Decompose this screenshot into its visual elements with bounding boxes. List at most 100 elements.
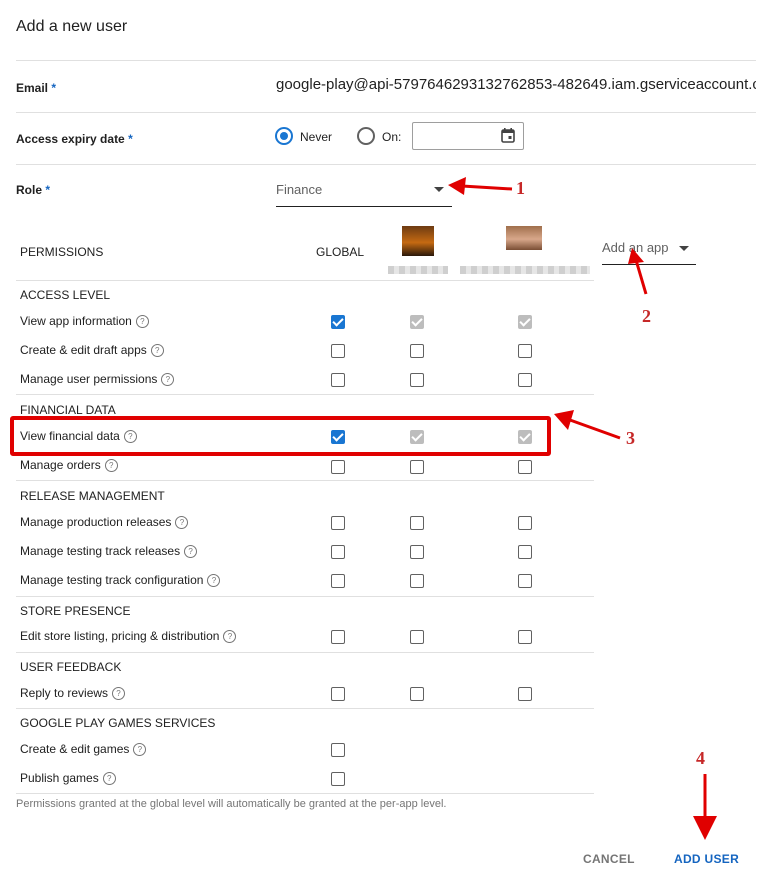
permission-row: View app information? (20, 314, 149, 329)
divider (16, 394, 594, 395)
app-checkbox[interactable] (518, 373, 532, 387)
email-label: Email * (16, 81, 57, 95)
annotation-arrow-icon (448, 177, 513, 195)
divider (16, 652, 594, 653)
access-expiry-label: Access expiry date * (16, 132, 133, 146)
divider (16, 793, 594, 794)
role-value: Finance (276, 182, 323, 197)
section-title: USER FEEDBACK (20, 660, 122, 674)
app-checkbox[interactable] (518, 630, 532, 644)
permission-row: Manage testing track releases? (20, 544, 198, 559)
caret-down-icon (679, 246, 689, 251)
annotation-arrow-icon (693, 774, 717, 840)
app-icon (506, 226, 542, 250)
annotation-1: 1 (516, 178, 525, 198)
app-checkbox[interactable] (410, 344, 424, 358)
divider (16, 60, 756, 61)
permission-row: Edit store listing, pricing & distributi… (20, 629, 237, 644)
app-checkbox[interactable] (518, 687, 532, 701)
annotation-arrow-icon (554, 410, 621, 440)
help-circle-icon[interactable]: ? (175, 516, 189, 530)
permission-row: Create & edit draft apps? (20, 343, 164, 358)
global-checkbox[interactable] (331, 516, 345, 530)
permission-row: Manage testing track configuration? (20, 573, 221, 588)
calendar-icon[interactable] (501, 128, 515, 143)
help-circle-icon[interactable]: ? (161, 373, 175, 387)
role-label: Role * (16, 183, 51, 197)
section-title: ACCESS LEVEL (20, 288, 111, 302)
app-icon (402, 226, 434, 256)
global-checkbox[interactable] (331, 772, 345, 786)
app-name-blurred (460, 266, 590, 274)
divider (16, 164, 756, 165)
help-circle-icon[interactable]: ? (104, 459, 118, 473)
expiry-date-input[interactable] (412, 122, 524, 150)
footnote: Permissions granted at the global level … (16, 798, 447, 810)
role-select[interactable]: Finance (276, 176, 452, 207)
help-circle-icon[interactable]: ? (133, 743, 147, 757)
app-checkbox[interactable] (410, 545, 424, 559)
app-checkbox[interactable] (518, 460, 532, 474)
help-circle-icon[interactable]: ? (207, 574, 221, 588)
permissions-header: PERMISSIONS (20, 245, 104, 259)
caret-down-icon (434, 187, 444, 192)
divider (16, 480, 594, 481)
divider (16, 596, 594, 597)
global-checkbox[interactable] (331, 373, 345, 387)
permission-row: Create & edit games? (20, 742, 147, 757)
global-checkbox[interactable] (331, 344, 345, 358)
help-circle-icon[interactable]: ? (102, 772, 116, 786)
section-title: RELEASE MANAGEMENT (20, 489, 165, 503)
app-checkbox[interactable] (518, 574, 532, 588)
annotation-arrow-icon (628, 248, 648, 295)
permission-row: Publish games? (20, 771, 116, 786)
annotation-4: 4 (696, 748, 705, 768)
permission-row: Reply to reviews? (20, 686, 126, 701)
global-checkbox[interactable] (331, 630, 345, 644)
app-checkbox[interactable] (518, 545, 532, 559)
never-radio-label: Never (300, 130, 333, 144)
email-field[interactable]: google-play@api-5797646293132762853-4826… (276, 76, 756, 93)
help-circle-icon[interactable]: ? (150, 344, 164, 358)
app-checkbox[interactable] (518, 516, 532, 530)
highlight-box (10, 416, 551, 456)
help-circle-icon[interactable]: ? (184, 545, 198, 559)
divider (16, 708, 594, 709)
annotation-3: 3 (626, 428, 635, 448)
global-checkbox[interactable] (331, 574, 345, 588)
permission-row: Manage production releases? (20, 515, 189, 530)
help-circle-icon[interactable]: ? (223, 630, 237, 644)
dialog-title: Add a new user (16, 18, 128, 35)
global-checkbox[interactable] (331, 315, 345, 329)
global-column-header: GLOBAL (316, 245, 365, 259)
app-checkbox[interactable] (410, 630, 424, 644)
cancel-button[interactable]: CANCEL (583, 852, 635, 866)
global-checkbox[interactable] (331, 743, 345, 757)
permission-row: Manage user permissions? (20, 372, 175, 387)
never-radio[interactable] (275, 127, 293, 145)
global-checkbox[interactable] (331, 460, 345, 474)
on-date-radio[interactable] (357, 127, 375, 145)
global-checkbox[interactable] (331, 545, 345, 559)
section-title: GOOGLE PLAY GAMES SERVICES (20, 716, 216, 730)
permission-row: Manage orders? (20, 458, 118, 473)
app-checkbox[interactable] (410, 574, 424, 588)
app-checkbox[interactable] (410, 516, 424, 530)
app-name-blurred (388, 266, 448, 274)
divider (16, 112, 756, 113)
add-user-button[interactable]: ADD USER (674, 852, 739, 866)
section-title: STORE PRESENCE (20, 604, 131, 618)
on-date-radio-label: On: (382, 130, 402, 144)
annotation-2: 2 (642, 306, 651, 326)
section-title: FINANCIAL DATA (20, 403, 116, 417)
global-checkbox[interactable] (331, 687, 345, 701)
app-checkbox[interactable] (410, 373, 424, 387)
app-checkbox[interactable] (410, 460, 424, 474)
app-checkbox[interactable] (410, 687, 424, 701)
help-circle-icon[interactable]: ? (135, 315, 149, 329)
app-checkbox (518, 315, 532, 329)
app-checkbox[interactable] (518, 344, 532, 358)
divider (16, 280, 594, 281)
help-circle-icon[interactable]: ? (112, 687, 126, 701)
app-checkbox (410, 315, 424, 329)
